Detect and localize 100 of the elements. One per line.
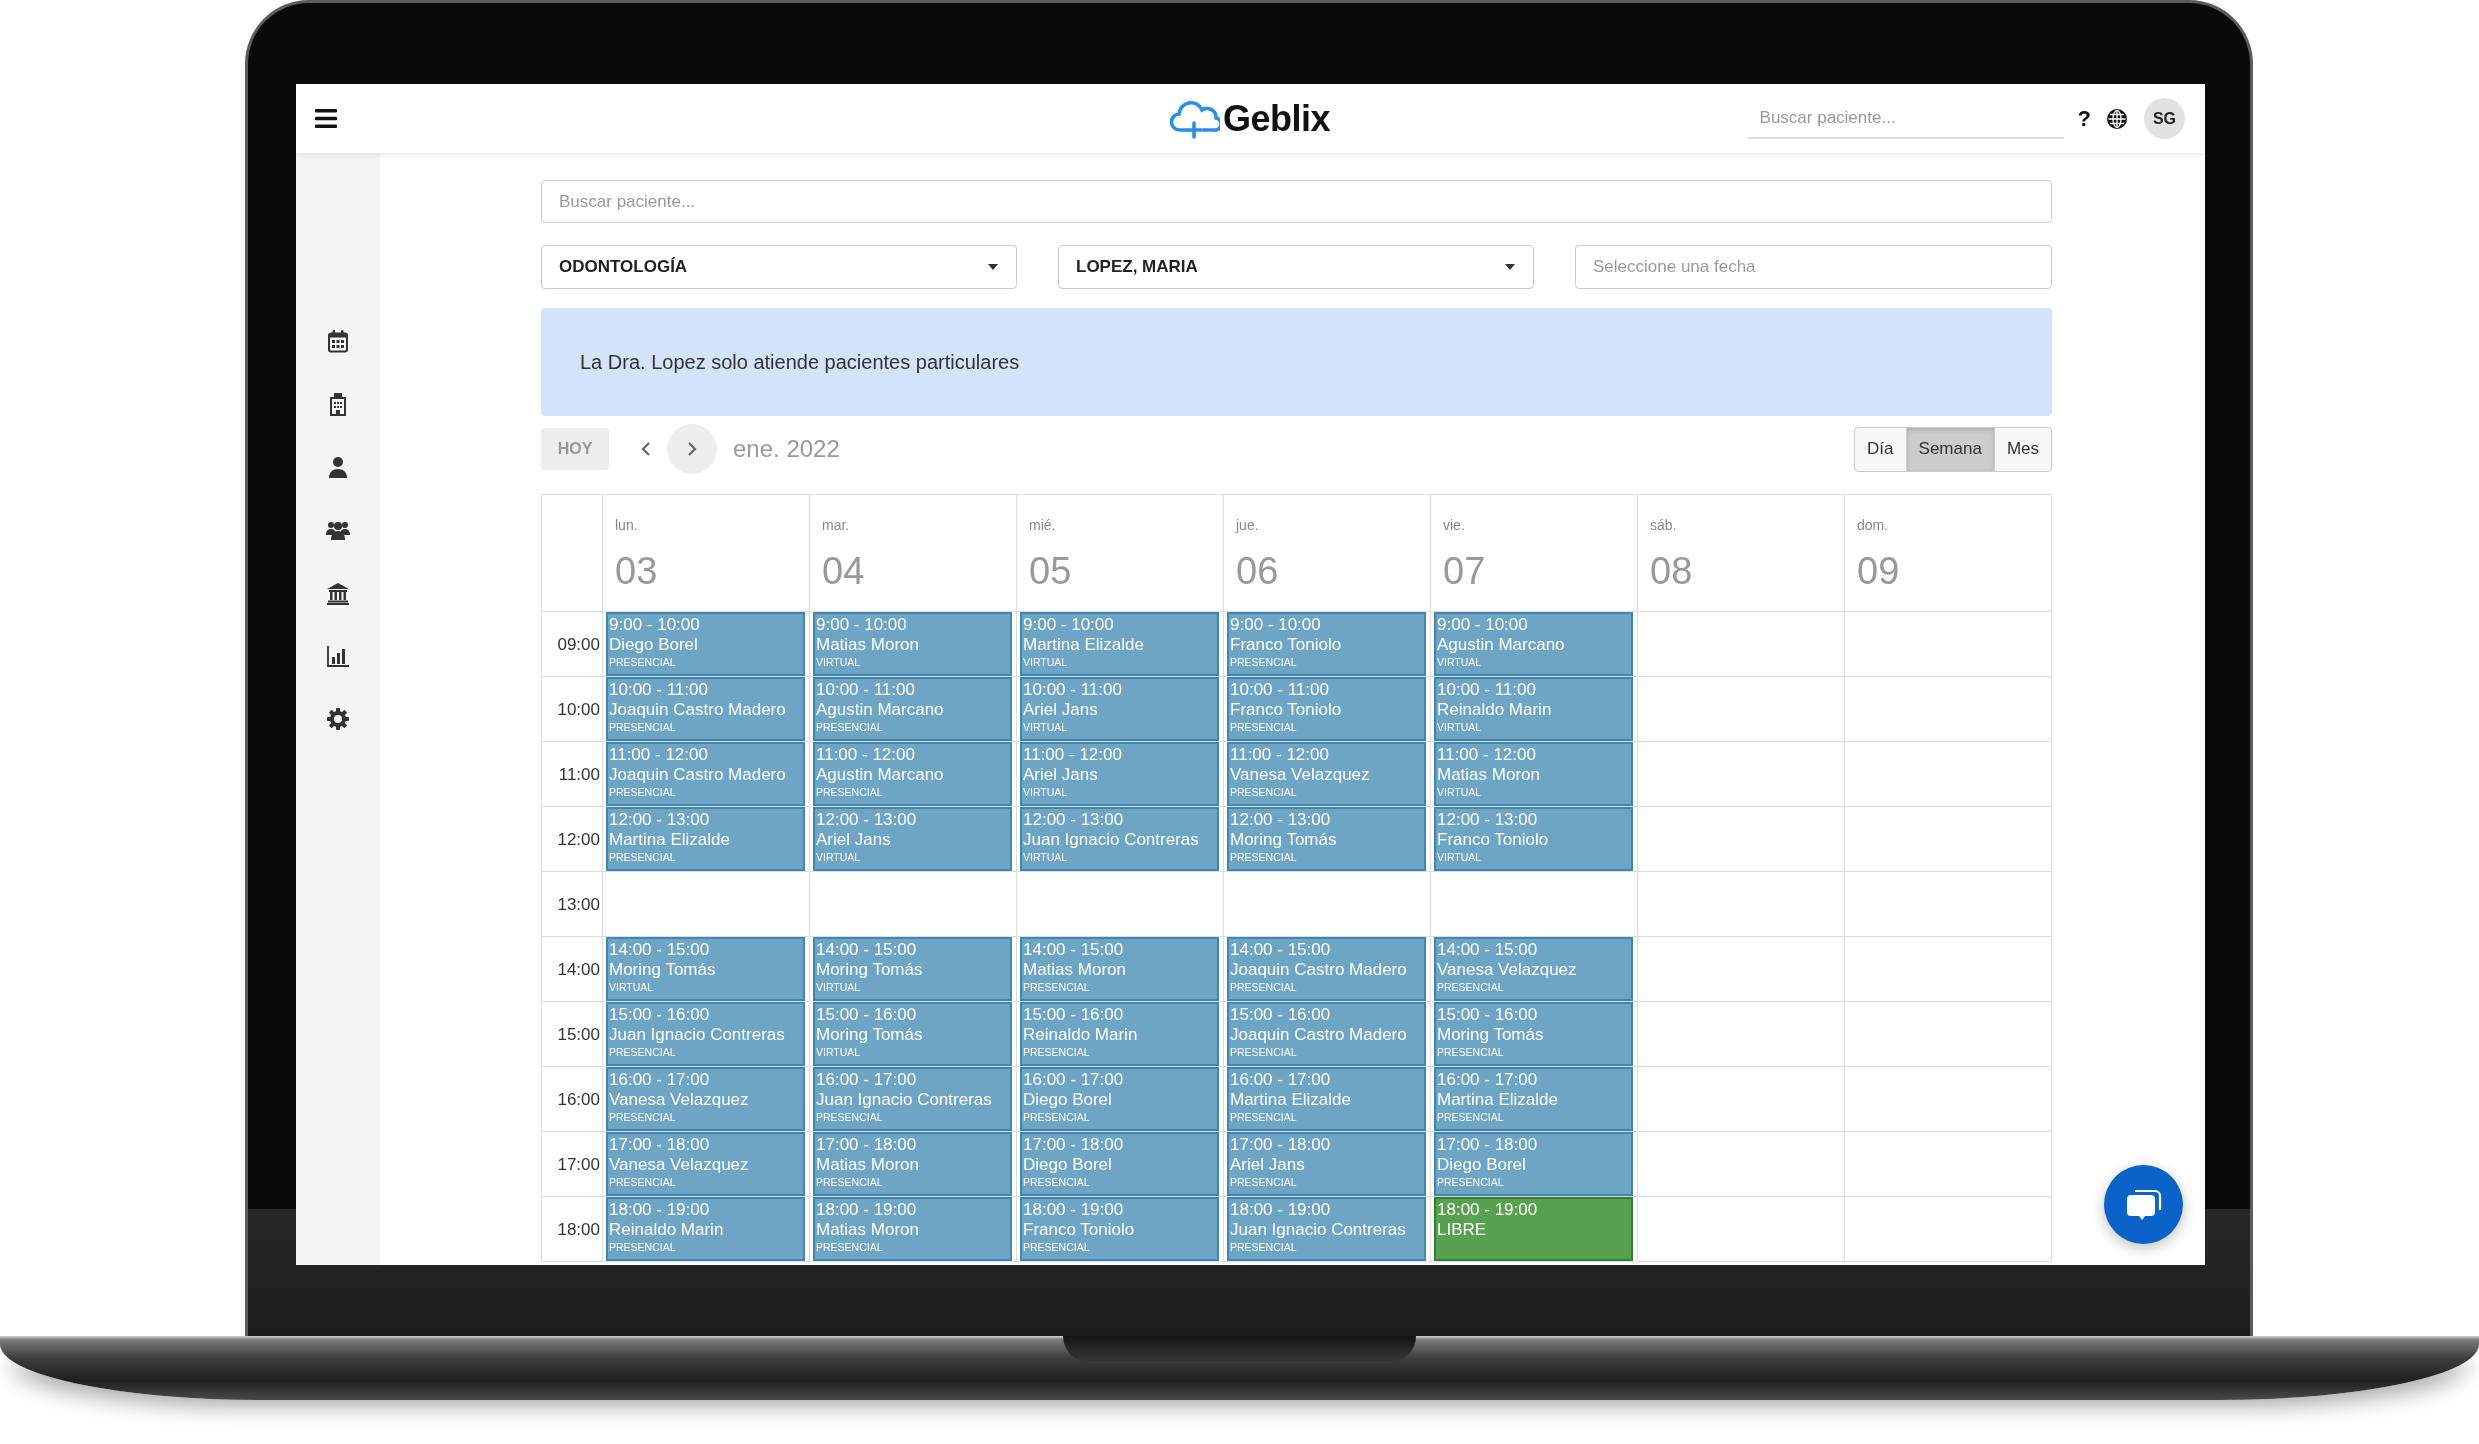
view-button[interactable]: Mes [1993,426,2052,472]
time-label: 12:00 [557,829,600,850]
appointment-block[interactable]: 11:00 - 12:00 Agustin Marcano PRESENCIAL [813,742,1012,806]
dropdown-field[interactable]: LOPEZ, MARIA [1058,245,1534,289]
appointment-time: 16:00 - 17:00 [816,1070,917,1089]
help-button[interactable]: ? [2075,105,2093,132]
patient-name: Vanesa Velazquez [609,1089,749,1111]
appointment-block[interactable]: 9:00 - 10:00 Matias Moron VIRTUAL [813,612,1012,676]
settings-icon[interactable] [326,707,350,731]
bank-icon[interactable] [326,581,350,605]
appointment-block[interactable]: 11:00 - 12:00 Matias Moron VIRTUAL [1434,742,1633,806]
patient-name: Juan Ignacio Contreras [1023,829,1199,851]
appointment-block[interactable]: 10:00 - 11:00 Agustin Marcano PRESENCIAL [813,677,1012,741]
appointment-block[interactable]: 9:00 - 10:00 Franco Toniolo PRESENCIAL [1227,612,1426,676]
appointment-type: PRESENCIAL [1023,1241,1090,1253]
cloud-plus-icon [1169,98,1220,139]
patient-name: Reinaldo Marin [1023,1024,1138,1046]
date-field[interactable]: Seleccione una fecha [1575,245,2052,289]
dropdown-field[interactable]: ODONTOLOGÍA [541,245,1017,289]
appointment-time: 11:00 - 12:00 [1230,745,1329,764]
patient-name: Diego Borel [1023,1154,1112,1176]
globe-icon[interactable] [2107,108,2127,129]
appointment-block[interactable]: 16:00 - 17:00 Juan Ignacio Contreras PRESENCIAL [813,1067,1012,1131]
appointment-block[interactable]: 14:00 - 15:00 Moring Tomás VIRTUAL [813,937,1012,1001]
appointment-block[interactable]: 11:00 - 12:00 Joaquin Castro Madero PRESENCIAL [606,742,805,806]
appointment-block[interactable]: 15:00 - 16:00 Moring Tomás VIRTUAL [813,1002,1012,1066]
appointment-block[interactable]: 10:00 - 11:00 Ariel Jans VIRTUAL [1020,677,1219,741]
menu-icon[interactable] [315,109,337,128]
appointment-time: 18:00 - 19:00 [609,1200,710,1219]
appointment-block[interactable]: 10:00 - 11:00 Franco Toniolo PRESENCIAL [1227,677,1426,741]
appointment-block[interactable]: 17:00 - 18:00 Diego Borel PRESENCIAL [1020,1132,1219,1196]
appointment-block[interactable]: 9:00 - 10:00 Agustin Marcano VIRTUAL [1434,612,1633,676]
patient-name: Moring Tomás [816,1024,923,1046]
chevron-left-icon[interactable] [641,441,651,457]
appointment-time: 17:00 - 18:00 [1230,1135,1331,1154]
appointment-block[interactable]: 15:00 - 16:00 Juan Ignacio Contreras PRESENCIAL [606,1002,805,1066]
appointment-type: PRESENCIAL [816,1176,883,1188]
appointment-type: PRESENCIAL [1230,721,1297,733]
appointment-block[interactable]: 11:00 - 12:00 Vanesa Velazquez PRESENCIAL [1227,742,1426,806]
free-slot-block[interactable]: 18:00 - 19:00 LIBRE [1434,1197,1633,1261]
appointment-type: PRESENCIAL [609,1176,676,1188]
appointment-block[interactable]: 18:00 - 19:00 Matias Moron PRESENCIAL [813,1197,1012,1261]
appointment-type: PRESENCIAL [1230,851,1297,863]
appointment-block[interactable]: 10:00 - 11:00 Reinaldo Marin VIRTUAL [1434,677,1633,741]
patient-name: Joaquin Castro Madero [1230,959,1407,981]
appointment-block[interactable]: 15:00 - 16:00 Reinaldo Marin PRESENCIAL [1020,1002,1219,1066]
appointment-block[interactable]: 12:00 - 13:00 Moring Tomás PRESENCIAL [1227,807,1426,871]
calendar-icon[interactable] [326,329,350,353]
appointment-block[interactable]: 16:00 - 17:00 Vanesa Velazquez PRESENCIAL [606,1067,805,1131]
date-number: 08 [1650,550,1693,592]
patient-name: Moring Tomás [1437,1024,1544,1046]
appointment-type: PRESENCIAL [1023,1176,1090,1188]
user-avatar[interactable]: SG [2144,98,2185,139]
bar-chart-icon[interactable] [326,644,350,668]
appointment-block[interactable]: 16:00 - 17:00 Diego Borel PRESENCIAL [1020,1067,1219,1131]
appointment-block[interactable]: 12:00 - 13:00 Martina Elizalde PRESENCIAL [606,807,805,871]
appointment-block[interactable]: 17:00 - 18:00 Ariel Jans PRESENCIAL [1227,1132,1426,1196]
patient-search-field[interactable]: Buscar paciente... [541,180,2052,223]
patient-name: Martina Elizalde [1437,1089,1558,1111]
patient-name: Moring Tomás [609,959,716,981]
appointment-block[interactable]: 15:00 - 16:00 Moring Tomás PRESENCIAL [1434,1002,1633,1066]
appointment-block[interactable]: 15:00 - 16:00 Joaquin Castro Madero PRESENCIAL [1227,1002,1426,1066]
appointment-block[interactable]: 14:00 - 15:00 Vanesa Velazquez PRESENCIAL [1434,937,1633,1001]
appointment-type: PRESENCIAL [1437,1111,1504,1123]
time-label: 14:00 [557,959,600,980]
patient-name: Agustin Marcano [1437,634,1565,656]
appointment-block[interactable]: 17:00 - 18:00 Vanesa Velazquez PRESENCIAL [606,1132,805,1196]
appointment-block[interactable]: 16:00 - 17:00 Martina Elizalde PRESENCIAL [1434,1067,1633,1131]
appointment-block[interactable]: 9:00 - 10:00 Diego Borel PRESENCIAL [606,612,805,676]
search-field[interactable]: Buscar paciente... [1747,98,2064,139]
appointment-block[interactable]: 14:00 - 15:00 Joaquin Castro Madero PRESENCIAL [1227,937,1426,1001]
appointment-block[interactable]: 12:00 - 13:00 Ariel Jans VIRTUAL [813,807,1012,871]
view-button[interactable]: Día [1854,426,1907,472]
appointment-block[interactable]: 12:00 - 13:00 Juan Ignacio Contreras VIRTUAL [1020,807,1219,871]
appointment-time: 15:00 - 16:00 [816,1005,917,1024]
appointment-time: 15:00 - 16:00 [609,1005,710,1024]
view-button[interactable]: Semana [1905,426,1995,472]
appointment-block[interactable]: 17:00 - 18:00 Matias Moron PRESENCIAL [813,1132,1012,1196]
appointment-block[interactable]: 18:00 - 19:00 Franco Toniolo PRESENCIAL [1020,1197,1219,1261]
appointment-block[interactable]: 14:00 - 15:00 Moring Tomás VIRTUAL [606,937,805,1001]
appointment-block[interactable]: 11:00 - 12:00 Ariel Jans VIRTUAL [1020,742,1219,806]
appointment-block[interactable]: 16:00 - 17:00 Martina Elizalde PRESENCIAL [1227,1067,1426,1131]
chat-button[interactable] [2104,1165,2183,1244]
appointment-block[interactable]: 17:00 - 18:00 Diego Borel PRESENCIAL [1434,1132,1633,1196]
appointment-block[interactable]: 18:00 - 19:00 Reinaldo Marin PRESENCIAL [606,1197,805,1261]
user-icon[interactable] [326,455,350,479]
appointment-block[interactable]: 10:00 - 11:00 Joaquin Castro Madero PRESENCIAL [606,677,805,741]
appointment-block[interactable]: 18:00 - 19:00 Juan Ignacio Contreras PRESENCIAL [1227,1197,1426,1261]
caret-icon [988,264,998,270]
appointment-type: PRESENCIAL [816,721,883,733]
patient-name: Juan Ignacio Contreras [609,1024,785,1046]
appointment-type: VIRTUAL [1437,786,1482,798]
appointment-block[interactable]: 9:00 - 10:00 Martina Elizalde VIRTUAL [1020,612,1219,676]
appointment-time: 12:00 - 13:00 [609,810,710,829]
appointment-block[interactable]: 12:00 - 13:00 Franco Toniolo VIRTUAL [1434,807,1633,871]
appointment-block[interactable]: 14:00 - 15:00 Matias Moron PRESENCIAL [1020,937,1219,1001]
patient-name: Franco Toniolo [1230,699,1342,721]
date-number: 05 [1029,550,1072,592]
appointment-time: 15:00 - 16:00 [1023,1005,1124,1024]
patient-name: Matias Moron [816,634,919,656]
